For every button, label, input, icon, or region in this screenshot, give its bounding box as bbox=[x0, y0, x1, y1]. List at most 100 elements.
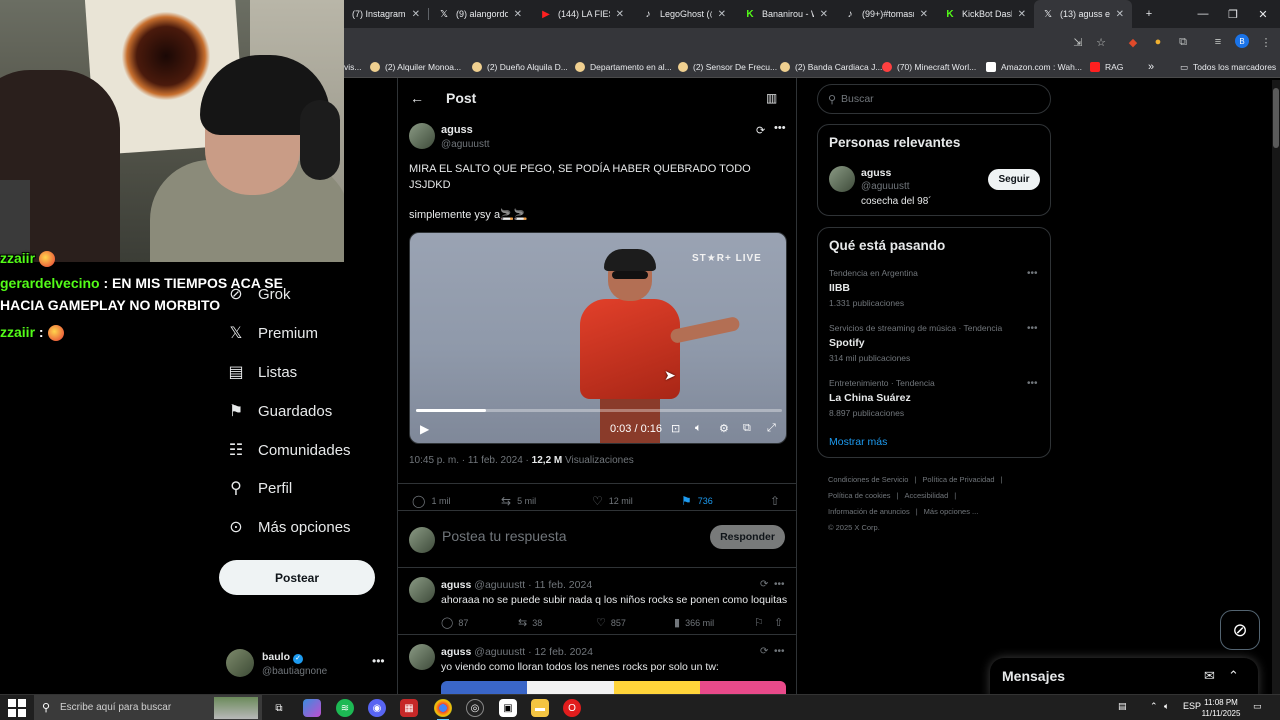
fullscreen-icon[interactable]: ⤢ bbox=[767, 422, 776, 435]
follow-button[interactable]: Seguir bbox=[988, 169, 1040, 190]
close-icon[interactable]: ✕ bbox=[616, 9, 624, 20]
more-icon[interactable]: ••• bbox=[774, 646, 785, 657]
nav-item-bookmarks[interactable]: ⚑ Guardados bbox=[226, 396, 332, 426]
close-icon[interactable]: ✕ bbox=[514, 9, 522, 20]
share-action[interactable]: ⇧ bbox=[770, 494, 786, 508]
account-switcher[interactable]: baulo ✓ @bautiagnone ••• bbox=[226, 646, 386, 682]
reply-item[interactable]: aguss @aguuustt · 11 feb. 2024 ⟳ ••• aho… bbox=[398, 569, 796, 635]
post-timestamp[interactable]: 10:45 p. m. · 11 feb. 2024 · bbox=[409, 455, 529, 466]
more-icon[interactable]: ••• bbox=[1027, 268, 1038, 279]
minimize-icon[interactable]: — bbox=[1188, 0, 1218, 28]
media-control-icon[interactable]: ≡ bbox=[1210, 34, 1226, 50]
new-message-icon[interactable]: ✉ bbox=[1204, 668, 1215, 684]
close-icon[interactable]: ✕ bbox=[1018, 9, 1026, 20]
new-tab-button[interactable]: + bbox=[1134, 0, 1164, 28]
taskbar-clock[interactable]: 11:08 PM 11/11/2025 bbox=[1196, 697, 1246, 719]
scrollbar-thumb[interactable] bbox=[1273, 88, 1279, 148]
like-action[interactable]: ♡ 12 mil bbox=[592, 494, 633, 508]
browser-tab[interactable]: ♪ (99+)#tomasm ✕ bbox=[836, 0, 936, 28]
trend-item[interactable]: Tendencia en Argentina IIBB 1.331 public… bbox=[829, 268, 1044, 308]
more-icon[interactable]: ••• bbox=[1027, 323, 1038, 334]
reply-action[interactable]: ◯ 87 bbox=[441, 616, 468, 629]
windows-start-icon[interactable] bbox=[8, 699, 26, 717]
compose-post-button[interactable]: Postear bbox=[219, 560, 375, 595]
reply-item[interactable]: aguss @aguuustt · 12 feb. 2024 ⟳ ••• yo … bbox=[398, 636, 796, 698]
keyboard-tray-icon[interactable]: ▤ bbox=[1118, 701, 1127, 712]
bookmarks-overflow-button[interactable]: » bbox=[1148, 60, 1154, 74]
bookmark[interactable]: vis... bbox=[344, 60, 361, 74]
bookmark[interactable]: Amazon.com : Wah... bbox=[986, 60, 1082, 74]
grok-floating-button[interactable]: ⊘ bbox=[1220, 610, 1260, 650]
obs-icon[interactable]: ◎ bbox=[466, 699, 484, 717]
nav-item-more-options[interactable]: ⊙ Más opciones bbox=[226, 512, 350, 542]
messages-drawer[interactable]: Mensajes ✉ ⌃ bbox=[990, 658, 1258, 698]
volume-tray-icon[interactable]: 🔈︎ bbox=[1164, 701, 1169, 712]
person-name[interactable]: aguss bbox=[861, 167, 891, 179]
more-icon[interactable]: ••• bbox=[774, 579, 785, 590]
star-icon[interactable]: ☆ bbox=[1093, 34, 1109, 50]
settings-gear-icon[interactable]: ⚙ bbox=[719, 422, 729, 435]
browser-tab[interactable]: ♪ LegoGhost (@l ✕ bbox=[634, 0, 734, 28]
video-player[interactable]: ST★R+ LIVE ▶ 0:03 / 0:16 ⊡ 🔈︎ ⚙ ⧉ ⤢ bbox=[409, 232, 787, 444]
notifications-icon[interactable]: ▭ bbox=[1253, 701, 1262, 712]
nav-item-grok[interactable]: ⊘ Grok bbox=[226, 279, 290, 309]
footer-link[interactable]: Más opciones ... bbox=[924, 507, 979, 516]
browser-tab[interactable]: ▶ (144) LA FIESTA ✕ bbox=[532, 0, 632, 28]
bookmark[interactable]: (70) Minecraft Worl... bbox=[882, 60, 976, 74]
share-action[interactable]: ⇧ bbox=[774, 616, 788, 629]
nav-item-profile[interactable]: ⚲ Perfil bbox=[226, 473, 292, 503]
expand-chevron-icon[interactable]: ⌃ bbox=[1228, 668, 1239, 684]
bookmark-action[interactable]: ⚑ 736 bbox=[681, 494, 713, 508]
avatar[interactable] bbox=[409, 577, 435, 603]
restore-icon[interactable]: ❐ bbox=[1218, 0, 1248, 28]
grok-explain-icon[interactable]: ⟳ bbox=[756, 124, 765, 137]
close-icon[interactable]: ✕ bbox=[412, 9, 420, 20]
opera-icon[interactable]: O bbox=[563, 699, 581, 717]
file-explorer-icon[interactable]: ▬ bbox=[531, 699, 549, 717]
close-icon[interactable]: ✕ bbox=[1116, 9, 1124, 20]
trend-item[interactable]: Servicios de streaming de música · Tende… bbox=[829, 323, 1044, 363]
reply-input[interactable]: Postea tu respuesta bbox=[442, 528, 567, 544]
bookmark[interactable]: (2) Alquiler Monoa... bbox=[370, 60, 461, 74]
grok-explain-icon[interactable]: ⟳ bbox=[760, 646, 768, 657]
close-icon[interactable]: ✕ bbox=[920, 9, 928, 20]
captions-icon[interactable]: ⊡ bbox=[671, 422, 680, 435]
page-scrollbar[interactable] bbox=[1272, 80, 1280, 698]
close-icon[interactable]: ✕ bbox=[820, 9, 828, 20]
task-view-icon[interactable]: ⧉ bbox=[270, 699, 288, 717]
reader-mode-icon[interactable]: ▥ bbox=[766, 91, 777, 105]
footer-link[interactable]: Accesibilidad bbox=[905, 491, 949, 500]
nav-item-lists[interactable]: ▤ Listas bbox=[226, 357, 297, 387]
nav-item-communities[interactable]: ☷ Comunidades bbox=[226, 435, 351, 465]
more-icon[interactable]: ••• bbox=[1027, 378, 1038, 389]
extension-icon[interactable]: ◆ bbox=[1125, 34, 1141, 50]
obs-app-icon[interactable]: ▦ bbox=[400, 699, 418, 717]
grok-explain-icon[interactable]: ⟳ bbox=[760, 579, 768, 590]
footer-link[interactable]: Información de anuncios bbox=[828, 507, 910, 516]
discord-icon[interactable]: ◉ bbox=[368, 699, 386, 717]
browser-tab[interactable]: (7) Instagram ✕ bbox=[344, 0, 428, 28]
browser-tab[interactable]: K KickBot Dashb ✕ bbox=[936, 0, 1034, 28]
bookmark[interactable]: (2) Banda Cardiaca J... bbox=[780, 60, 882, 74]
author-handle[interactable]: @aguuustt bbox=[441, 139, 490, 150]
avatar[interactable] bbox=[409, 123, 435, 149]
show-more-link[interactable]: Mostrar más bbox=[829, 436, 887, 448]
search-input[interactable]: ⚲ Buscar bbox=[817, 84, 1051, 114]
author-name[interactable]: aguss bbox=[441, 124, 473, 136]
avatar[interactable] bbox=[829, 166, 855, 192]
views-action[interactable]: ▮ 366 mil bbox=[674, 616, 714, 629]
back-arrow-icon[interactable]: ← bbox=[410, 90, 424, 106]
extensions-puzzle-icon[interactable]: ⧉ bbox=[1175, 34, 1191, 50]
volume-icon[interactable]: 🔈︎ bbox=[695, 422, 702, 435]
bookmark[interactable]: Departamento en al... bbox=[575, 60, 672, 74]
close-icon[interactable]: ✕ bbox=[718, 9, 726, 20]
extension-icon[interactable]: ● bbox=[1150, 34, 1166, 50]
app-icon[interactable]: ▣ bbox=[499, 699, 517, 717]
browser-tab[interactable]: 𝕏 (9) alangordo( ✕ bbox=[430, 0, 530, 28]
bookmark-action[interactable]: ⚐ bbox=[754, 616, 769, 629]
install-app-icon[interactable]: ⇲ bbox=[1070, 34, 1086, 50]
menu-kebab-icon[interactable]: ⋮ bbox=[1258, 34, 1274, 50]
copilot-icon[interactable] bbox=[303, 699, 321, 717]
pip-icon[interactable]: ⧉ bbox=[743, 422, 751, 435]
like-action[interactable]: ♡ 857 bbox=[596, 616, 626, 629]
